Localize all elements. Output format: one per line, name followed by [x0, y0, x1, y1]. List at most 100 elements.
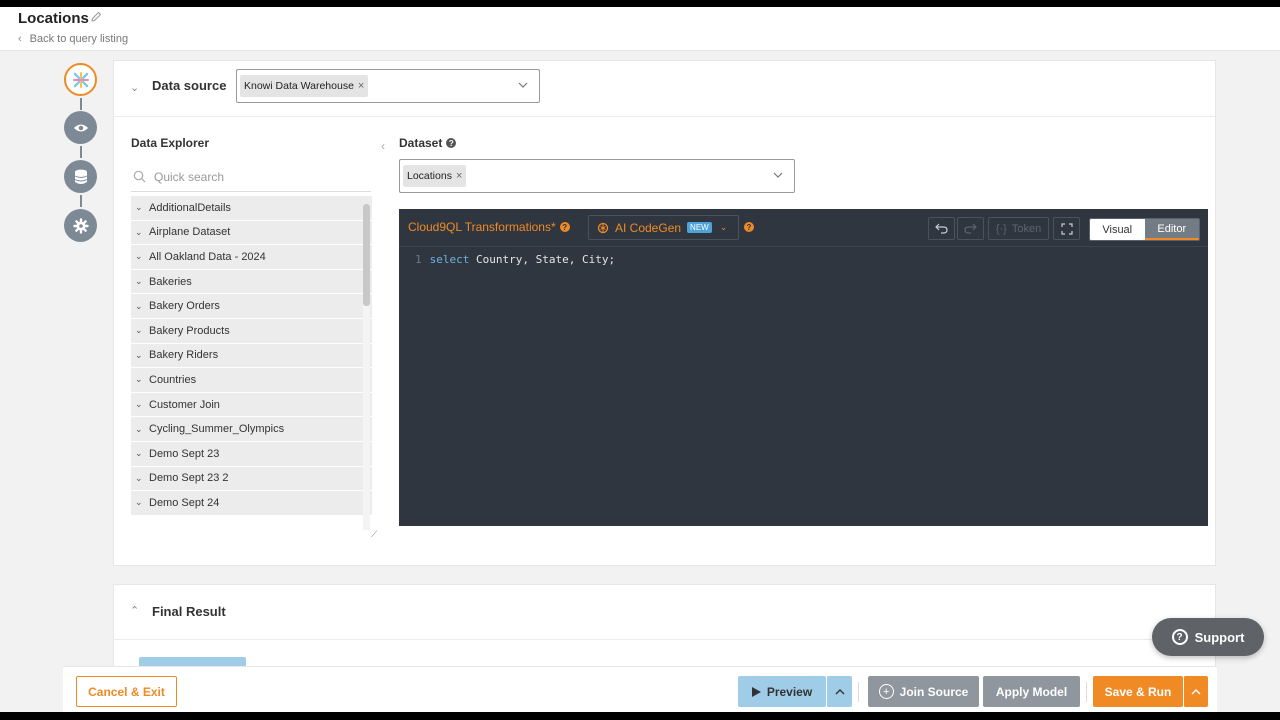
cloud9ql-title: Cloud9QL Transformations* ? [408, 220, 570, 234]
preview-options-button[interactable] [826, 676, 852, 707]
fullscreen-button[interactable] [1053, 217, 1080, 240]
step-connector [80, 195, 82, 207]
chevron-down-icon: ⌄ [135, 226, 143, 237]
step-connector [80, 98, 82, 110]
step-knowi-logo[interactable] [64, 63, 97, 96]
token-label: Token [1011, 222, 1042, 235]
chevron-up-icon[interactable]: ⌃ [130, 604, 139, 617]
editor-mode-toggle: Visual Editor [1089, 218, 1200, 241]
final-result-label: Final Result [152, 604, 226, 619]
data-source-panel: ⌄ Data source Knowi Data Warehouse × Dat… [113, 60, 1216, 566]
step-connector [80, 146, 82, 158]
explorer-tree-item[interactable]: ⌄ Bakeries [131, 269, 372, 295]
editor-mode-tab[interactable]: Editor [1144, 219, 1199, 240]
chevron-up-icon [1191, 689, 1201, 695]
explorer-tree-item[interactable]: ⌄ AdditionalDetails [131, 196, 372, 221]
preview-button[interactable]: Preview [738, 676, 826, 707]
database-icon [74, 169, 87, 184]
remove-chip-icon[interactable]: × [358, 80, 364, 92]
save-options-button[interactable] [1183, 676, 1208, 707]
quick-search-box [131, 162, 371, 192]
code-rest: Country, State, City; [476, 253, 616, 266]
explorer-tree-item[interactable]: ⌄ Airplane Dataset [131, 220, 372, 246]
explorer-tree-item[interactable]: ⌄ Cycling_Summer_Olympics [131, 417, 372, 442]
step-settings[interactable] [64, 209, 97, 242]
dataset-label-text: Dataset [399, 136, 443, 150]
chevron-down-icon: ⌄ [135, 399, 143, 410]
explorer-tree-item-label: Bakery Products [149, 324, 230, 337]
chevron-down-icon: ⌄ [135, 374, 143, 385]
ai-codegen-dropdown[interactable]: AI CodeGen NEW ⌄ [588, 215, 739, 240]
braces-icon: {·} [995, 222, 1007, 235]
editor-toolbar: Cloud9QL Transformations* ? AI CodeGen N… [399, 209, 1208, 247]
chevron-down-icon[interactable]: ⌄ [130, 81, 139, 94]
step-preview[interactable] [64, 111, 97, 144]
dataset-label: Dataset ? [399, 136, 457, 150]
tree-scrollbar[interactable] [363, 204, 370, 530]
chevron-down-icon: ⌄ [135, 448, 143, 459]
chevron-down-icon: ⌄ [135, 349, 143, 360]
expand-icon [1060, 222, 1073, 235]
explorer-tree-item[interactable]: ⌄ Bakery Products [131, 318, 372, 344]
save-run-button[interactable]: Save & Run [1093, 676, 1183, 707]
data-explorer-tree: ⌄ AdditionalDetails ⌄ Airplane Dataset ⌄ All … [131, 196, 372, 525]
join-source-button[interactable]: + Join Source [868, 676, 979, 707]
knowi-logo-icon [72, 71, 89, 88]
ai-codegen-label: AI CodeGen [615, 220, 682, 235]
divider [858, 682, 859, 702]
explorer-tree-item[interactable]: ⌄ Countries [131, 368, 372, 393]
top-bar: Locations ‹ Back to query listing [0, 7, 1280, 51]
apply-model-button[interactable]: Apply Model [983, 676, 1080, 707]
explorer-tree-item[interactable]: ⌄ Bakery Riders [131, 343, 372, 369]
footer-action-bar: Cancel & Exit Preview + Join Source Appl… [63, 666, 1217, 712]
play-icon [751, 686, 761, 697]
explorer-tree-item-label: Bakery Orders [149, 300, 220, 313]
help-icon[interactable]: ? [446, 138, 457, 148]
visual-mode-tab[interactable]: Visual [1090, 219, 1145, 240]
pencil-icon[interactable] [90, 11, 102, 23]
data-source-chip: Knowi Data Warehouse × [240, 75, 369, 97]
collapse-explorer-chevron-icon[interactable]: ‹ [381, 139, 385, 153]
explorer-tree-item[interactable]: ⌄ Demo Sept 24 [131, 491, 372, 516]
data-source-select[interactable]: Knowi Data Warehouse × [236, 69, 540, 103]
remove-chip-icon[interactable]: × [456, 170, 462, 182]
openai-icon [597, 222, 609, 233]
dataset-select[interactable]: Locations × [399, 159, 795, 193]
data-source-header: ⌄ Data source Knowi Data Warehouse × [114, 61, 1215, 117]
back-link-label: Back to query listing [29, 33, 129, 45]
code-line[interactable]: 1 select Country, State, City; [415, 253, 615, 266]
dataset-chip-label: Locations [407, 170, 452, 182]
help-icon[interactable]: ? [744, 222, 754, 232]
preview-label: Preview [766, 684, 813, 699]
explorer-tree-item[interactable]: ⌄ Demo Sept 23 2 [131, 466, 372, 492]
data-source-label: Data source [152, 78, 227, 93]
help-icon[interactable]: ? [559, 222, 570, 232]
quick-search-input[interactable] [154, 169, 354, 184]
join-source-label: Join Source [899, 684, 969, 699]
support-button[interactable]: ? Support [1152, 618, 1264, 656]
explorer-tree-item[interactable]: ⌄ Bakery Orders [131, 294, 372, 319]
chevron-down-icon: ⌄ [135, 325, 143, 336]
tree-scrollbar-thumb[interactable] [363, 204, 370, 306]
explorer-tree-item-label: Airplane Dataset [149, 226, 231, 239]
divider [1086, 682, 1087, 702]
redo-button[interactable] [957, 217, 984, 240]
token-button[interactable]: {·} Token [988, 217, 1049, 240]
app-window: Locations ‹ Back to query listing ⌄ Data… [0, 7, 1280, 712]
chevron-down-icon [773, 172, 783, 178]
chevron-down-icon: ⌄ [135, 276, 143, 287]
explorer-tree-item-label: Cycling_Summer_Olympics [149, 423, 285, 436]
cancel-exit-button[interactable]: Cancel & Exit [76, 676, 177, 707]
explorer-tree-item-label: Demo Sept 24 [149, 496, 220, 509]
back-to-query-listing-link[interactable]: ‹ Back to query listing [18, 33, 128, 45]
code-keyword: select [429, 253, 470, 266]
undo-button[interactable] [928, 217, 955, 240]
explorer-tree-item-label: Countries [149, 373, 197, 386]
gear-icon [72, 217, 89, 234]
explorer-tree-item[interactable]: ⌄ All Oakland Data - 2024 [131, 245, 372, 270]
explorer-tree-item[interactable]: ⌄ Demo Sept 23 [131, 441, 372, 467]
chevron-down-icon: ⌄ [135, 423, 143, 434]
step-data[interactable] [64, 160, 97, 193]
resize-handle-icon[interactable]: ⟋ [371, 529, 377, 540]
explorer-tree-item[interactable]: ⌄ Customer Join [131, 392, 372, 418]
